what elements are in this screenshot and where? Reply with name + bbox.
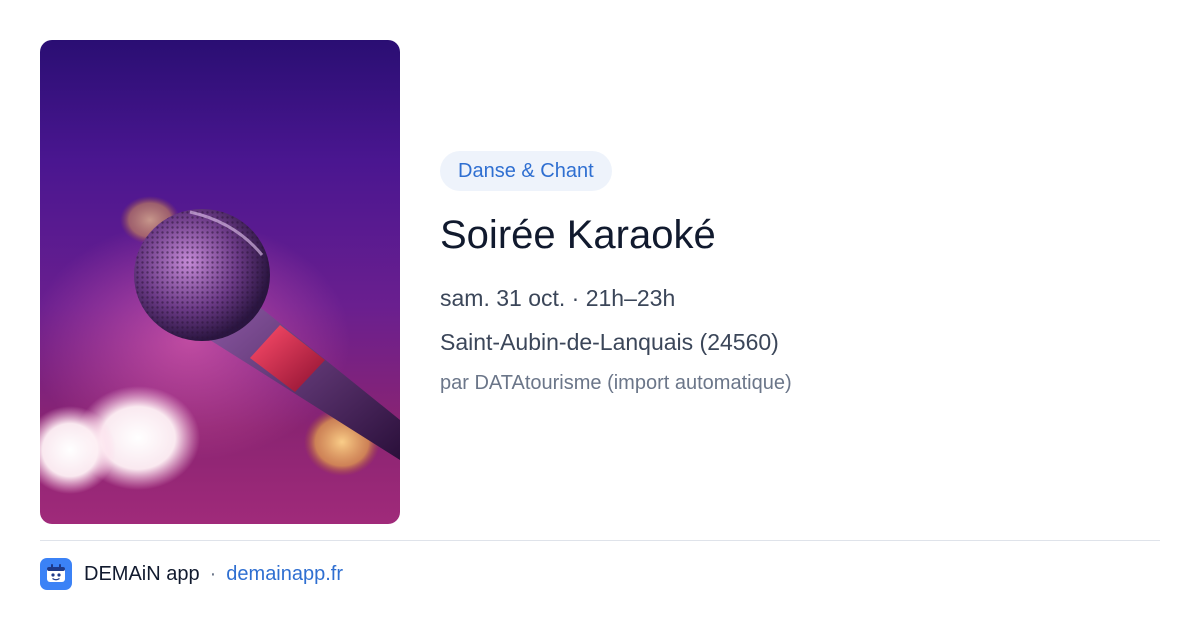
event-details: Danse & Chant Soirée Karaoké sam. 31 oct… <box>440 151 792 397</box>
app-logo-icon[interactable] <box>40 558 72 590</box>
event-title: Soirée Karaoké <box>440 213 716 257</box>
event-datetime: sam. 31 oct. · 21h–23h <box>440 285 676 311</box>
event-location: Saint-Aubin-de-Lanquais (24560) <box>440 329 779 355</box>
app-name: DEMAiN app <box>84 562 200 585</box>
category-tag[interactable]: Danse & Chant <box>440 151 612 191</box>
footer-separator: · <box>209 562 217 585</box>
footer: DEMAiN app · demainapp.fr <box>40 557 343 591</box>
footer-divider <box>40 540 1160 541</box>
app-url-link[interactable]: demainapp.fr <box>226 563 343 586</box>
event-source: par DATAtourisme (import automatique) <box>440 372 792 394</box>
app-logo-glyph <box>47 564 65 582</box>
event-image[interactable] <box>40 40 400 524</box>
microphone-image <box>40 196 400 494</box>
